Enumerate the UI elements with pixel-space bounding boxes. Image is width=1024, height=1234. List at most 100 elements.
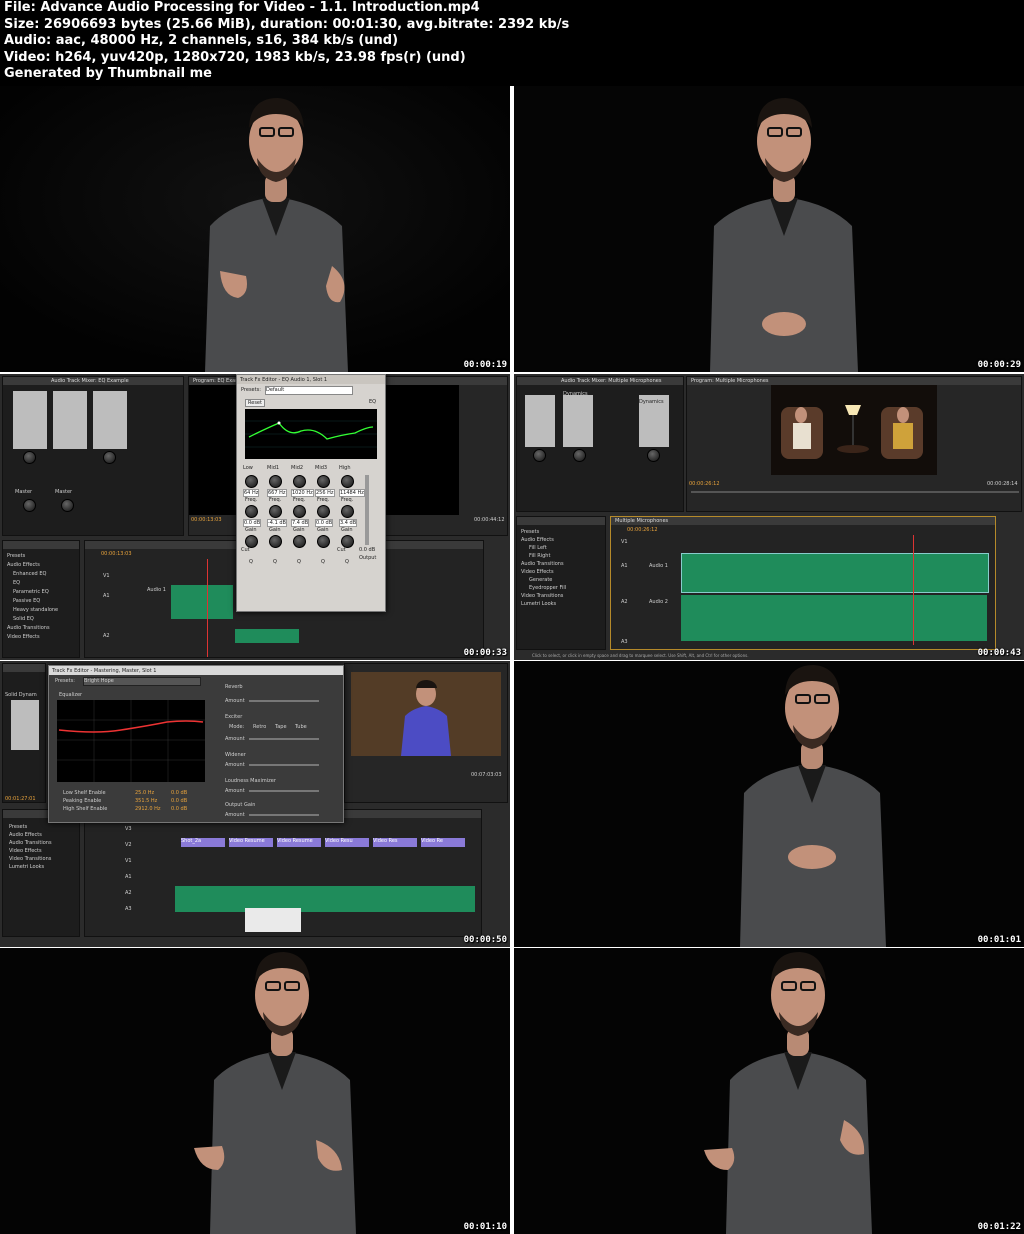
video-clip[interactable]: Video Re: [421, 838, 465, 847]
freq-value[interactable]: 1020 Hz: [291, 489, 314, 497]
thumbnail-5[interactable]: Solid Dynam 00:01:27:01 00:07:03:03 Pres…: [0, 661, 510, 947]
video-clip[interactable]: Video Resu: [325, 838, 369, 847]
mode-retro-radio[interactable]: Retro: [253, 724, 266, 730]
effects-list-item[interactable]: Audio Effects: [521, 537, 554, 543]
freq-knob[interactable]: [293, 475, 306, 488]
q-knob[interactable]: [317, 535, 330, 548]
frequency-value[interactable]: 2912.0 Hz: [135, 806, 160, 812]
gain-knob[interactable]: [245, 505, 258, 518]
gain-value[interactable]: -4.1 dB: [267, 519, 287, 527]
gain-knob[interactable]: [293, 505, 306, 518]
band-enable-checkbox[interactable]: Mid1: [267, 465, 279, 471]
low-cut-checkbox[interactable]: Cut: [241, 547, 250, 553]
band-enable-checkbox[interactable]: Mid2: [291, 465, 303, 471]
effects-list-item[interactable]: Video Effects: [7, 634, 40, 640]
mode-tube-radio[interactable]: Tube: [295, 724, 307, 730]
output-slider[interactable]: [249, 814, 319, 816]
q-knob[interactable]: [293, 535, 306, 548]
effects-list-item[interactable]: Generate: [529, 577, 552, 583]
band-enable-checkbox[interactable]: Low: [243, 465, 253, 471]
video-clip[interactable]: Video Resume: [277, 838, 321, 847]
thumbnail-3[interactable]: Audio Track Mixer: EQ Example Master Mas…: [0, 374, 510, 660]
gain-value[interactable]: 7.4 dB: [291, 519, 310, 527]
gain-knob[interactable]: [269, 505, 282, 518]
effects-list-item[interactable]: Audio Transitions: [7, 625, 50, 631]
gain-knob[interactable]: [317, 505, 330, 518]
effects-list-item[interactable]: Presets: [9, 824, 27, 830]
video-clip[interactable]: Video Resume: [229, 838, 273, 847]
effects-list-item[interactable]: Passive EQ: [13, 598, 40, 604]
freq-knob[interactable]: [341, 475, 354, 488]
preset-select[interactable]: Default: [265, 386, 353, 395]
effects-list-item[interactable]: Audio Effects: [7, 562, 40, 568]
pan-knob[interactable]: [103, 451, 116, 464]
mixer-tab[interactable]: Audio Track Mixer: EQ Example: [51, 378, 129, 385]
playhead[interactable]: [913, 535, 914, 645]
effects-list-item[interactable]: Video Transitions: [521, 593, 563, 599]
gain-value[interactable]: 0.0 dB: [243, 519, 262, 527]
pan-knob[interactable]: [533, 449, 546, 462]
effects-list-item[interactable]: Audio Effects: [9, 832, 42, 838]
effects-list-item[interactable]: Presets: [7, 553, 25, 559]
mixer-tab[interactable]: Audio Track Mixer: Multiple Microphones: [561, 378, 661, 385]
thumbnail-1[interactable]: 00:00:19: [0, 86, 510, 372]
freq-knob[interactable]: [245, 475, 258, 488]
effects-list-item[interactable]: Video Transitions: [9, 856, 51, 862]
audio-clip[interactable]: [171, 585, 233, 619]
effects-list-item[interactable]: Lumetri Looks: [9, 864, 44, 870]
loudness-slider[interactable]: [249, 790, 319, 792]
frequency-value[interactable]: 25.0 Hz: [135, 790, 154, 796]
volume-knob[interactable]: [61, 499, 74, 512]
gain-value[interactable]: 0.0 dB: [315, 519, 334, 527]
shelf-enable-checkbox[interactable]: High Shelf Enable: [63, 806, 107, 812]
effects-list-item[interactable]: Heavy standalone: [13, 607, 58, 613]
thumbnail-6[interactable]: 00:01:01: [514, 661, 1024, 947]
mastering-eq-graph[interactable]: [57, 700, 205, 782]
selected-clip[interactable]: [245, 908, 301, 932]
exciter-slider[interactable]: [249, 738, 319, 740]
video-clip[interactable]: Shot_2a: [181, 838, 225, 847]
gain-value[interactable]: 0.0 dB: [171, 798, 187, 804]
volume-knob[interactable]: [23, 499, 36, 512]
gain-value[interactable]: 0.0 dB: [171, 790, 187, 796]
effects-list-item[interactable]: Fill Right: [529, 553, 550, 559]
preset-select[interactable]: Bright Hope: [83, 677, 201, 686]
effects-list-item[interactable]: Video Effects: [521, 569, 554, 575]
thumbnail-2[interactable]: 00:00:29: [514, 86, 1024, 372]
pan-knob[interactable]: [23, 451, 36, 464]
gain-value[interactable]: 3.4 dB: [339, 519, 358, 527]
thumbnail-7[interactable]: 00:01:10: [0, 948, 510, 1234]
shelf-enable-checkbox[interactable]: Low Shelf Enable: [63, 790, 106, 796]
high-cut-checkbox[interactable]: Cut: [337, 547, 346, 553]
pan-knob[interactable]: [647, 449, 660, 462]
freq-value[interactable]: 256 Hz: [315, 489, 335, 497]
widener-slider[interactable]: [249, 764, 319, 766]
freq-value[interactable]: 11484 Hz: [339, 489, 365, 497]
program-tab[interactable]: Program: Multiple Microphones: [691, 378, 769, 385]
program-scrubber[interactable]: [691, 491, 1019, 493]
gain-value[interactable]: 0.0 dB: [171, 806, 187, 812]
effects-list-item[interactable]: Solid EQ: [13, 616, 34, 622]
band-enable-checkbox[interactable]: High: [339, 465, 351, 471]
audio-clip-a1[interactable]: [681, 553, 989, 593]
thumbnail-4[interactable]: Audio Track Mixer: Multiple Microphones …: [514, 374, 1024, 660]
pan-knob[interactable]: [573, 449, 586, 462]
effects-list-item[interactable]: Enhanced EQ: [13, 571, 46, 577]
shelf-enable-checkbox[interactable]: Peaking Enable: [63, 798, 101, 804]
output-slider[interactable]: [365, 475, 369, 545]
effects-list-item[interactable]: Audio Transitions: [521, 561, 564, 567]
playhead[interactable]: [207, 559, 208, 657]
band-enable-checkbox[interactable]: Mid3: [315, 465, 327, 471]
effects-list-item[interactable]: Fill Left: [529, 545, 547, 551]
effects-list-item[interactable]: Eyedropper Fill: [529, 585, 566, 591]
eq-graph[interactable]: [245, 409, 377, 459]
audio-clip[interactable]: [175, 886, 475, 912]
timeline-tab[interactable]: Multiple Microphones: [615, 518, 668, 525]
frequency-value[interactable]: 351.5 Hz: [135, 798, 157, 804]
gain-knob[interactable]: [341, 505, 354, 518]
effects-list-item[interactable]: EQ: [13, 580, 20, 586]
thumbnail-8[interactable]: 00:01:22: [514, 948, 1024, 1234]
audio-clip[interactable]: [235, 629, 299, 643]
effects-list-item[interactable]: Presets: [521, 529, 539, 535]
effects-list-item[interactable]: Lumetri Looks: [521, 601, 556, 607]
